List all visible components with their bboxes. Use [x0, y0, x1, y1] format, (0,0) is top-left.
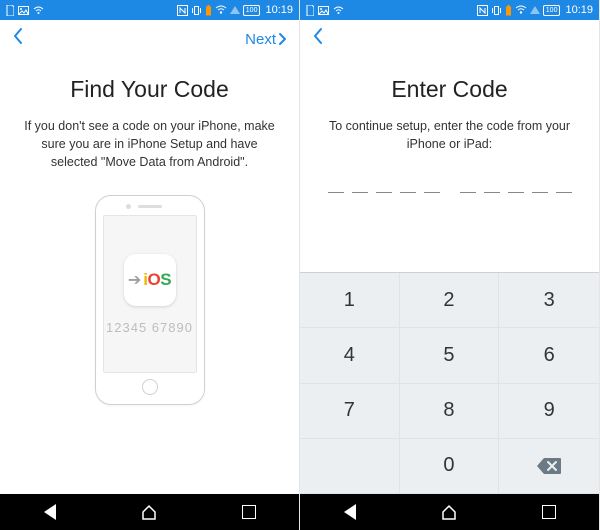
nav-recent-button[interactable]	[241, 504, 257, 520]
nav-home-button[interactable]	[141, 504, 157, 520]
code-digit	[532, 179, 548, 193]
android-navbar	[0, 494, 299, 530]
screen-find-your-code: 100 10:19 Next Find Your Code If you don…	[0, 0, 300, 530]
move-to-ios-icon: ➔ iOS	[124, 254, 176, 306]
home-button-graphic	[142, 379, 158, 395]
key-0[interactable]: 0	[400, 439, 500, 494]
code-digit	[376, 179, 392, 193]
nfc-icon	[477, 5, 488, 16]
clock: 10:19	[265, 4, 293, 16]
numeric-keypad: 1 2 3 4 5 6 7 8 9 0	[300, 272, 599, 494]
code-digit	[484, 179, 500, 193]
key-3[interactable]: 3	[499, 273, 599, 328]
sim-icon	[306, 5, 314, 16]
arrow-right-icon: ➔	[128, 270, 141, 290]
sim-icon	[6, 5, 14, 16]
code-digit	[424, 179, 440, 193]
code-digit	[328, 179, 344, 193]
content-area: Find Your Code If you don't see a code o…	[0, 58, 299, 494]
android-navbar	[300, 494, 599, 530]
battery-saver-icon	[505, 5, 512, 16]
page-subtitle: To continue setup, enter the code from y…	[322, 117, 577, 153]
android-status-bar: 100 10:19	[0, 0, 299, 20]
wifi-icon	[215, 5, 227, 15]
app-header	[300, 20, 599, 58]
battery-saver-icon	[205, 5, 212, 16]
key-2[interactable]: 2	[400, 273, 500, 328]
key-4[interactable]: 4	[300, 328, 400, 383]
clock: 10:19	[565, 4, 593, 16]
code-digit	[508, 179, 524, 193]
code-digit	[352, 179, 368, 193]
nfc-icon	[177, 5, 188, 16]
content-area: Enter Code To continue setup, enter the …	[300, 58, 599, 272]
app-header: Next	[0, 20, 299, 58]
key-9[interactable]: 9	[499, 384, 599, 439]
nav-back-button[interactable]	[42, 504, 58, 520]
backspace-icon	[536, 457, 562, 475]
wifi-icon	[515, 5, 527, 15]
key-8[interactable]: 8	[400, 384, 500, 439]
picture-icon	[18, 6, 29, 15]
vibrate-icon	[191, 5, 202, 16]
code-digit	[460, 179, 476, 193]
nav-back-button[interactable]	[342, 504, 358, 520]
page-title: Enter Code	[391, 76, 507, 103]
android-status-bar: 100 10:19	[300, 0, 599, 20]
code-digit	[556, 179, 572, 193]
back-button[interactable]	[12, 27, 24, 51]
vibrate-icon	[491, 5, 502, 16]
status-left	[6, 5, 44, 16]
key-1[interactable]: 1	[300, 273, 400, 328]
status-left	[306, 5, 344, 16]
code-input[interactable]	[328, 179, 572, 193]
wifi-small-icon	[33, 6, 44, 15]
next-label: Next	[245, 31, 276, 48]
code-digit	[400, 179, 416, 193]
wifi-small-icon	[333, 6, 344, 15]
key-7[interactable]: 7	[300, 384, 400, 439]
picture-icon	[318, 6, 329, 15]
key-backspace[interactable]	[499, 439, 599, 494]
screen-enter-code: 100 10:19 Enter Code To continue setup, …	[300, 0, 600, 530]
nav-home-button[interactable]	[441, 504, 457, 520]
battery-level: 100	[543, 5, 561, 16]
signal-icon	[530, 6, 540, 14]
back-button[interactable]	[312, 27, 324, 51]
phone-illustration: ➔ iOS 12345 67890	[95, 195, 205, 405]
key-blank	[300, 439, 400, 494]
page-title: Find Your Code	[70, 76, 229, 103]
status-right: 100 10:19	[177, 4, 293, 16]
next-button[interactable]: Next	[245, 31, 287, 48]
signal-icon	[230, 6, 240, 14]
sample-code: 12345 67890	[106, 320, 193, 335]
key-5[interactable]: 5	[400, 328, 500, 383]
page-subtitle: If you don't see a code on your iPhone, …	[22, 117, 277, 171]
battery-level: 100	[243, 5, 261, 16]
nav-recent-button[interactable]	[541, 504, 557, 520]
key-6[interactable]: 6	[499, 328, 599, 383]
status-right: 100 10:19	[477, 4, 593, 16]
